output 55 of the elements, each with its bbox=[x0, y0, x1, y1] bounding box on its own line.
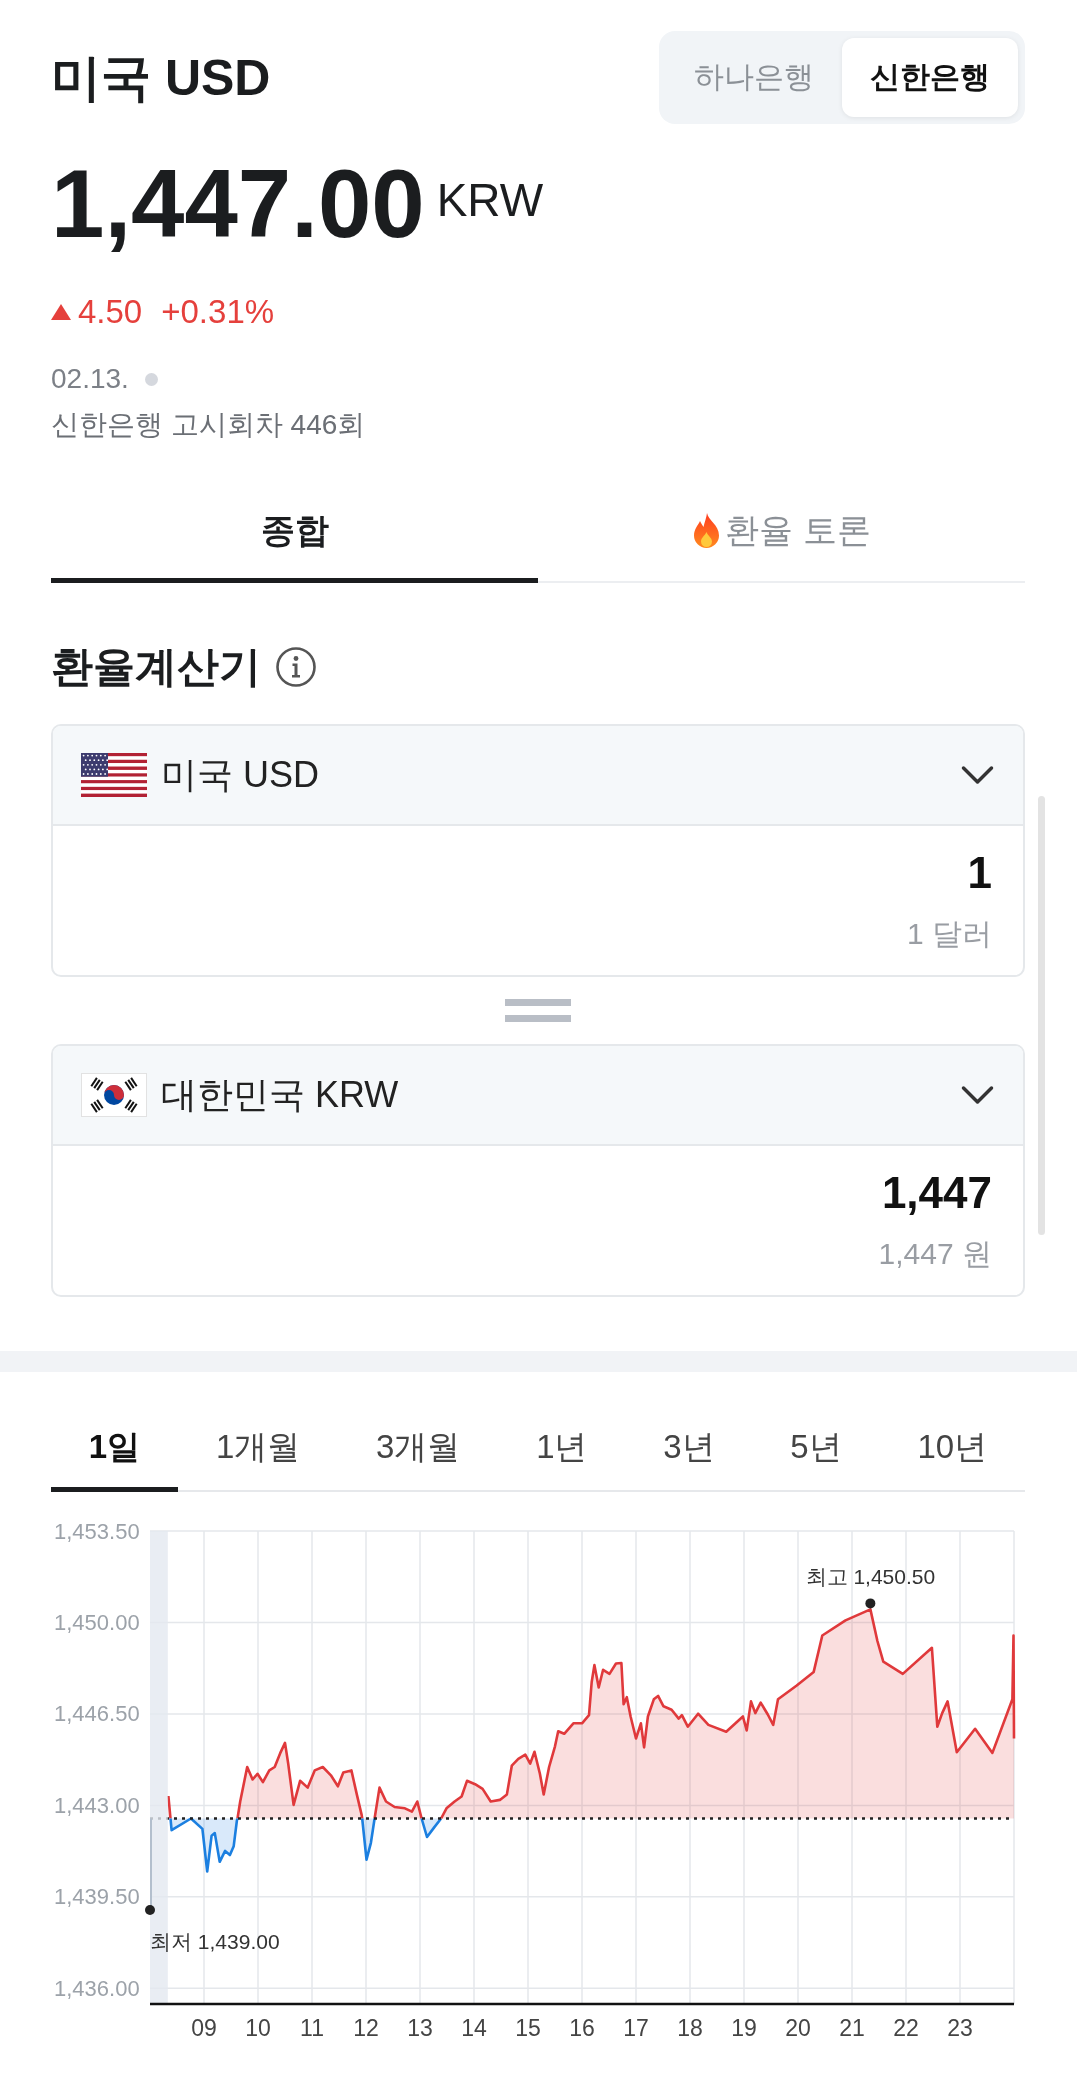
period-tab[interactable]: 1개월 bbox=[178, 1398, 339, 1492]
x-axis-label: 17 bbox=[623, 2015, 649, 2041]
period-tab[interactable]: 5년 bbox=[752, 1398, 880, 1492]
us-flag-icon bbox=[81, 753, 147, 797]
change-percent: +0.31% bbox=[161, 295, 275, 328]
low-label: 최저 1,439.00 bbox=[150, 1930, 280, 1954]
x-axis-label: 14 bbox=[461, 2015, 487, 2041]
y-axis-label: 1,446.50 bbox=[54, 1701, 140, 1727]
period-tab[interactable]: 1일 bbox=[51, 1398, 179, 1492]
high-point-dot-icon bbox=[865, 1598, 876, 1609]
x-axis-label: 23 bbox=[947, 2015, 973, 2041]
x-axis-label: 12 bbox=[353, 2015, 379, 2041]
info-icon[interactable] bbox=[276, 647, 316, 687]
x-axis-label: 18 bbox=[677, 2015, 703, 2041]
y-axis-label: 1,436.00 bbox=[54, 1975, 140, 2001]
bank-tab[interactable]: 신한은행 bbox=[842, 38, 1018, 117]
page-title: 미국 USD bbox=[51, 48, 271, 108]
currency-selector[interactable]: 대한민국 KRW bbox=[53, 1046, 1023, 1146]
period-tab[interactable]: 1년 bbox=[498, 1398, 626, 1492]
x-axis-label: 19 bbox=[731, 2015, 757, 2041]
chevron-down-icon bbox=[961, 765, 994, 785]
y-axis-label: 1,453.50 bbox=[54, 1518, 140, 1544]
high-label: 최고 1,450.50 bbox=[805, 1564, 936, 1588]
amount-in-words: 1,447 원 bbox=[877, 1236, 992, 1272]
x-axis-label: 20 bbox=[785, 2015, 811, 2041]
status-dot-icon bbox=[144, 372, 158, 386]
notice-round: 신한은행 고시회차 446회 bbox=[51, 408, 367, 442]
period-tab[interactable]: 3개월 bbox=[338, 1398, 499, 1492]
x-axis-label: 22 bbox=[893, 2015, 919, 2041]
amount-field[interactable]: 1,447 1,447 원 bbox=[53, 1146, 1023, 1295]
x-axis-label: 16 bbox=[569, 2015, 595, 2041]
y-axis-label: 1,439.50 bbox=[54, 1884, 140, 1910]
equals-icon bbox=[505, 999, 571, 1022]
currency-selector[interactable]: 미국 USD bbox=[53, 726, 1023, 826]
period-tab[interactable]: 3년 bbox=[625, 1398, 753, 1492]
x-axis-label: 09 bbox=[191, 2015, 217, 2041]
change-amount: 4.50 bbox=[78, 295, 143, 328]
x-axis-label: 11 bbox=[300, 2015, 324, 2041]
exchange-rate: 1,447.00 bbox=[51, 156, 425, 252]
low-point-dot-icon bbox=[145, 1904, 155, 1915]
y-axis-label: 1,450.00 bbox=[54, 1609, 140, 1635]
x-axis-label: 13 bbox=[407, 2015, 433, 2041]
x-axis-label: 21 bbox=[839, 2015, 865, 2041]
x-axis-label: 15 bbox=[515, 2015, 541, 2041]
amount-in-words: 1 달러 bbox=[905, 916, 992, 952]
quote-date: 02.13. bbox=[51, 365, 129, 393]
section-title: 환율계산기 bbox=[51, 642, 261, 692]
korea-flag-icon bbox=[81, 1073, 147, 1117]
tab[interactable]: 종합 bbox=[51, 483, 538, 583]
currency-code: KRW bbox=[436, 177, 544, 223]
chevron-down-icon bbox=[961, 1085, 994, 1105]
period-tab[interactable]: 10년 bbox=[879, 1398, 1025, 1492]
x-axis-label: 10 bbox=[245, 2015, 271, 2041]
y-axis-label: 1,443.00 bbox=[54, 1792, 140, 1818]
amount-field[interactable]: 1 1 달러 bbox=[53, 826, 1023, 975]
